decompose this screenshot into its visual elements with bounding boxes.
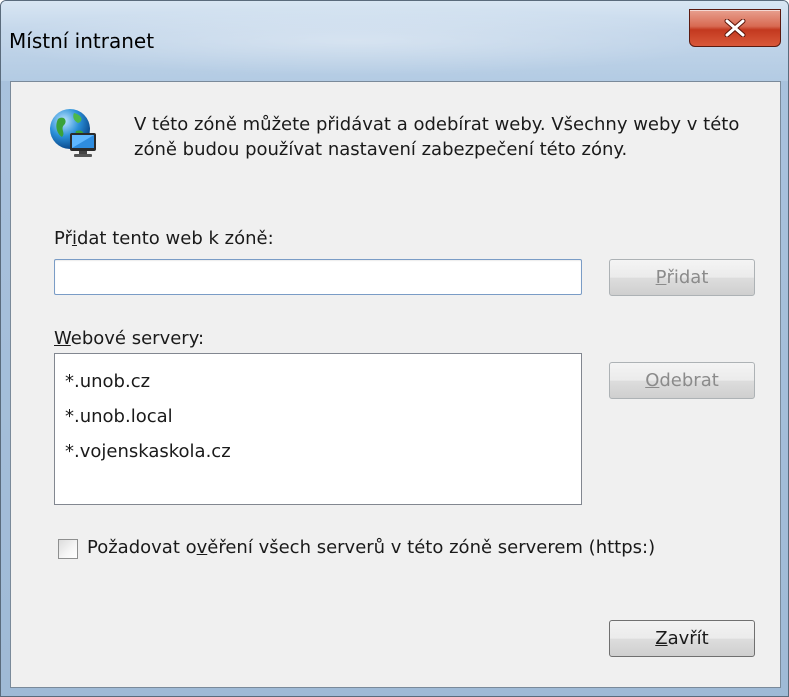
title-bar[interactable]: Místní intranet <box>1 1 788 81</box>
list-item[interactable]: *.vojenskaskola.cz <box>65 434 581 469</box>
remove-button[interactable]: Odebrat <box>609 362 755 399</box>
list-item[interactable]: *.unob.cz <box>65 364 581 399</box>
close-window-button[interactable] <box>689 9 781 47</box>
dialog-window: Místní intranet V této zóně můžete přidá… <box>0 0 789 697</box>
require-https-label[interactable]: Požadovat ověření všech serverů v této z… <box>87 537 655 558</box>
web-servers-label: Webové servery: <box>54 328 205 349</box>
list-item[interactable]: *.unob.local <box>65 399 581 434</box>
require-https-checkbox[interactable] <box>58 539 78 559</box>
dialog-content: V této zóně můžete přidávat a odebírat w… <box>10 81 781 688</box>
intro-text: V této zóně můžete přidávat a odebírat w… <box>134 114 740 160</box>
close-icon <box>724 19 746 37</box>
web-servers-listbox[interactable]: *.unob.cz *.unob.local *.vojenskaskola.c… <box>54 353 582 505</box>
add-button[interactable]: Přidat <box>609 259 755 296</box>
window-title: Místní intranet <box>9 29 155 53</box>
globe-computer-icon <box>50 109 96 157</box>
add-site-input[interactable] <box>54 259 582 295</box>
add-site-label: Přidat tento web k zóně: <box>54 228 274 249</box>
close-button[interactable]: Zavřít <box>609 620 755 657</box>
